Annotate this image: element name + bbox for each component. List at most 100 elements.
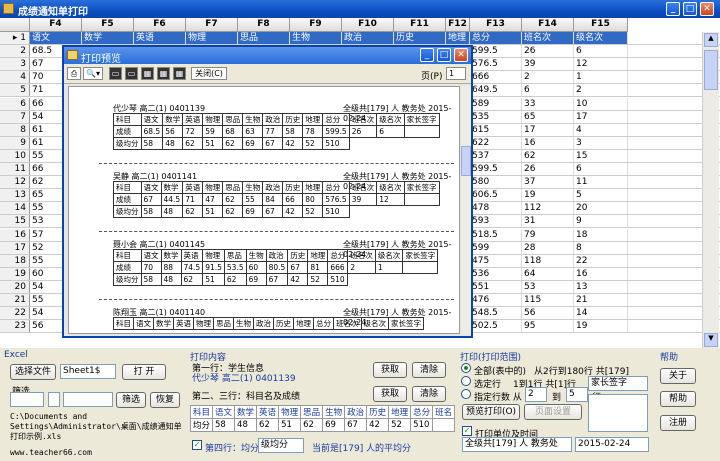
about-button[interactable]: 关于	[660, 368, 696, 384]
row-number[interactable]: 2	[0, 45, 30, 58]
grid-corner[interactable]	[0, 18, 30, 32]
unit-input[interactable]: 全级共[179] 人 教务处	[462, 437, 572, 452]
column-header[interactable]: F14	[522, 18, 574, 32]
print-preview-window[interactable]: 打印预览 _ □ ✕ ⎙ 🔍▾ ▭ ▭ ▦ ▦ ▦ 关闭(C) 页(P) 1 代…	[62, 45, 473, 338]
preview-scroll-thumb[interactable]	[461, 146, 471, 176]
maximize-button[interactable]: □	[683, 2, 697, 16]
date-input[interactable]: 2015-02-24	[575, 437, 649, 452]
row-number[interactable]: 10	[0, 149, 30, 162]
unit-checkbox[interactable]: ✓	[462, 426, 472, 436]
table-cell: 6	[574, 163, 628, 176]
restore-button[interactable]: 恢复	[150, 392, 180, 408]
row-number[interactable]: 11	[0, 163, 30, 176]
column-header[interactable]: F5	[82, 18, 134, 32]
table-cell: 622	[470, 136, 522, 149]
table-cell: 思品	[238, 32, 290, 45]
column-header[interactable]: F15	[574, 18, 628, 32]
sign-area[interactable]	[588, 394, 648, 432]
sheet-select[interactable]: Sheet1$	[60, 364, 116, 379]
row-number[interactable]: 21	[0, 294, 30, 307]
line4-value-input[interactable]: 级均分	[258, 438, 304, 453]
row-number[interactable]: 14	[0, 202, 30, 215]
table-cell: 536	[470, 267, 522, 280]
print-all-radio[interactable]	[461, 363, 471, 373]
website: www.teacher66.com	[10, 448, 92, 457]
row-number[interactable]: 6	[0, 97, 30, 110]
two-pages-icon[interactable]: ▭	[125, 67, 138, 80]
column-header[interactable]: F12	[446, 18, 470, 32]
column-header[interactable]: F11	[394, 18, 446, 32]
preview-scrollbar[interactable]	[461, 86, 471, 334]
one-page-icon[interactable]: ▭	[109, 67, 122, 80]
row-number[interactable]: 9	[0, 136, 30, 149]
close-button[interactable]: ✕	[700, 2, 714, 16]
six-pages-icon[interactable]: ▦	[173, 67, 186, 80]
row-number[interactable]: 15	[0, 215, 30, 228]
grid-vertical-scrollbar[interactable]: ▲ ▼	[702, 32, 719, 348]
sign-input[interactable]: 家长签字	[588, 376, 648, 391]
three-pages-icon[interactable]: ▦	[141, 67, 154, 80]
range-from-input[interactable]: 2	[525, 387, 547, 402]
row-number[interactable]: 22	[0, 307, 30, 320]
row-number[interactable]: 4	[0, 71, 30, 84]
table-cell: 16	[574, 267, 628, 280]
preview-print-button[interactable]: 预览打印(O)	[462, 404, 520, 420]
table-cell: 115	[522, 294, 574, 307]
preview-close-button[interactable]: ✕	[454, 48, 468, 62]
row-number[interactable]: 20	[0, 280, 30, 293]
line1-get-button[interactable]: 获取	[373, 362, 407, 378]
open-button[interactable]: 打 开	[122, 364, 166, 380]
scroll-thumb[interactable]	[704, 50, 718, 90]
column-header[interactable]: F8	[238, 18, 290, 32]
select-file-button[interactable]: 选择文件	[10, 364, 56, 380]
row-number[interactable]: 8	[0, 123, 30, 136]
scroll-up-icon[interactable]: ▲	[704, 33, 718, 47]
filter-operator-select[interactable]	[48, 392, 60, 407]
table-cell: 15	[574, 149, 628, 162]
filter-button[interactable]: 筛选	[116, 392, 146, 408]
page-setup-button[interactable]: 页面设置	[524, 404, 582, 420]
filter-value-select[interactable]	[63, 392, 113, 407]
row-number[interactable]: 5	[0, 84, 30, 97]
minimize-button[interactable]: _	[666, 2, 680, 16]
table-cell: 478	[470, 202, 522, 215]
column-header[interactable]: F13	[470, 18, 522, 32]
range-to-input[interactable]: 5	[566, 387, 588, 402]
preview-close-toolbar-button[interactable]: 关闭(C)	[191, 67, 227, 80]
line23-get-button[interactable]: 获取	[373, 386, 407, 402]
column-header[interactable]: F6	[134, 18, 186, 32]
register-button[interactable]: 注册	[660, 415, 696, 431]
line4-checkbox[interactable]: ✓	[192, 440, 202, 450]
table-row[interactable]: ▸ 1 语文 数学 英语 物理 思品 生物 政治 历史 地理 总分 班名次 级名次	[0, 32, 720, 46]
zoom-icon[interactable]: 🔍▾	[83, 67, 103, 80]
preview-maximize-button[interactable]: □	[437, 48, 451, 62]
row-number[interactable]: 3	[0, 58, 30, 71]
four-pages-icon[interactable]: ▦	[157, 67, 170, 80]
row-number[interactable]: 23	[0, 320, 30, 333]
table-cell: 语文	[30, 32, 82, 45]
table-cell: 8	[574, 241, 628, 254]
help-button[interactable]: 帮助	[660, 391, 696, 407]
print-icon[interactable]: ⎙	[67, 67, 81, 80]
scroll-down-icon[interactable]: ▼	[704, 333, 718, 347]
row-number[interactable]: 13	[0, 189, 30, 202]
filter-field-select[interactable]	[10, 392, 44, 407]
row-number[interactable]: 17	[0, 241, 30, 254]
row-number[interactable]: 12	[0, 176, 30, 189]
column-header[interactable]: F9	[290, 18, 342, 32]
column-header[interactable]: F10	[342, 18, 394, 32]
line23-clear-button[interactable]: 清除	[412, 386, 446, 402]
page-number-spinner[interactable]: 1	[446, 67, 466, 80]
column-header[interactable]: F7	[186, 18, 238, 32]
row-number[interactable]: 19	[0, 267, 30, 280]
column-header[interactable]: F4	[30, 18, 82, 32]
table-cell: 31	[522, 215, 574, 228]
line1-clear-button[interactable]: 清除	[412, 362, 446, 378]
row-number[interactable]: 16	[0, 228, 30, 241]
preview-minimize-button[interactable]: _	[420, 48, 434, 62]
row-number[interactable]: 18	[0, 254, 30, 267]
print-selected-radio[interactable]	[461, 376, 471, 386]
row-number[interactable]: ▸ 1	[0, 32, 30, 45]
print-range-radio[interactable]	[461, 389, 471, 399]
row-number[interactable]: 7	[0, 110, 30, 123]
